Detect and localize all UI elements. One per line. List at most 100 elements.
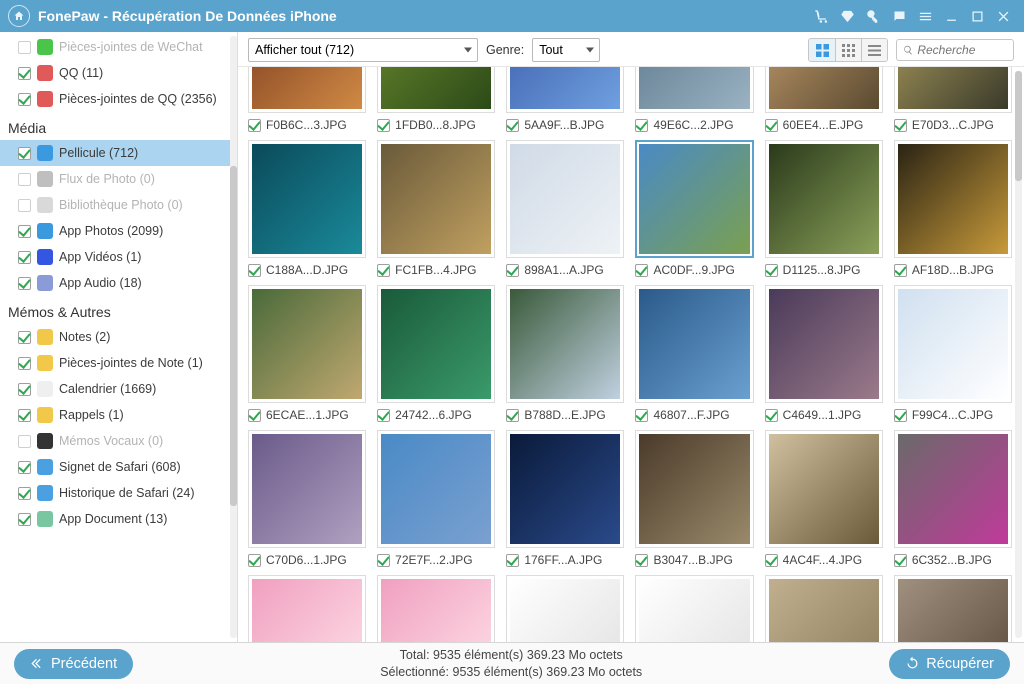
checkbox[interactable] bbox=[18, 461, 31, 474]
checkbox[interactable] bbox=[894, 119, 907, 132]
thumbnail-tile[interactable]: 1FDB0...8.JPG bbox=[377, 66, 495, 132]
sidebar-item[interactable]: Mémos Vocaux (0) bbox=[0, 428, 230, 454]
minimize-icon[interactable] bbox=[938, 3, 964, 29]
thumbnail-tile[interactable] bbox=[248, 575, 366, 642]
cart-icon[interactable] bbox=[808, 3, 834, 29]
thumbnail-tile[interactable]: F0B6C...3.JPG bbox=[248, 66, 366, 132]
thumbnail-tile[interactable]: C70D6...1.JPG bbox=[248, 430, 366, 567]
sidebar-item[interactable]: Calendrier (1669) bbox=[0, 376, 230, 402]
checkbox[interactable] bbox=[18, 251, 31, 264]
key-icon[interactable] bbox=[860, 3, 886, 29]
checkbox[interactable] bbox=[18, 93, 31, 106]
thumbnail-tile[interactable] bbox=[765, 575, 883, 642]
checkbox[interactable] bbox=[18, 409, 31, 422]
sidebar-item[interactable]: App Photos (2099) bbox=[0, 218, 230, 244]
main-scrollbar[interactable] bbox=[1015, 71, 1022, 638]
thumbnail-tile[interactable]: B3047...B.JPG bbox=[635, 430, 753, 567]
thumbnail-tile[interactable] bbox=[894, 575, 1012, 642]
thumbnail-tile[interactable] bbox=[377, 575, 495, 642]
thumbnail-tile[interactable]: D1125...8.JPG bbox=[765, 140, 883, 277]
sidebar-item[interactable]: Pièces-jointes de WeChat bbox=[0, 34, 230, 60]
checkbox[interactable] bbox=[18, 173, 31, 186]
sidebar-item[interactable]: Bibliothèque Photo (0) bbox=[0, 192, 230, 218]
checkbox[interactable] bbox=[377, 409, 390, 422]
sidebar-item[interactable]: Pellicule (712) bbox=[0, 140, 230, 166]
sidebar-item[interactable]: Historique de Safari (24) bbox=[0, 480, 230, 506]
grid-large-icon[interactable] bbox=[809, 39, 835, 61]
feedback-icon[interactable] bbox=[886, 3, 912, 29]
checkbox[interactable] bbox=[635, 264, 648, 277]
sidebar-scrollbar-thumb[interactable] bbox=[230, 166, 237, 506]
checkbox[interactable] bbox=[506, 409, 519, 422]
sidebar-item[interactable]: QQ (11) bbox=[0, 60, 230, 86]
checkbox[interactable] bbox=[765, 409, 778, 422]
checkbox[interactable] bbox=[18, 513, 31, 526]
thumbnail-tile[interactable]: 46807...F.JPG bbox=[635, 285, 753, 422]
sidebar-item[interactable]: App Document (13) bbox=[0, 506, 230, 532]
checkbox[interactable] bbox=[18, 331, 31, 344]
checkbox[interactable] bbox=[18, 357, 31, 370]
list-view-icon[interactable] bbox=[861, 39, 887, 61]
maximize-icon[interactable] bbox=[964, 3, 990, 29]
checkbox[interactable] bbox=[248, 264, 261, 277]
thumbnail-tile[interactable]: C188A...D.JPG bbox=[248, 140, 366, 277]
sidebar-item[interactable]: Flux de Photo (0) bbox=[0, 166, 230, 192]
checkbox[interactable] bbox=[377, 554, 390, 567]
checkbox[interactable] bbox=[18, 147, 31, 160]
thumbnail-tile[interactable]: 24742...6.JPG bbox=[377, 285, 495, 422]
search-input[interactable] bbox=[917, 43, 1007, 57]
sidebar-item[interactable]: Notes (2) bbox=[0, 324, 230, 350]
checkbox[interactable] bbox=[248, 409, 261, 422]
checkbox[interactable] bbox=[18, 277, 31, 290]
grid-small-icon[interactable] bbox=[835, 39, 861, 61]
home-icon[interactable] bbox=[8, 5, 30, 27]
checkbox[interactable] bbox=[506, 264, 519, 277]
thumbnail-tile[interactable]: E70D3...C.JPG bbox=[894, 66, 1012, 132]
recover-button[interactable]: Récupérer bbox=[889, 649, 1010, 679]
thumbnail-tile[interactable]: 60EE4...E.JPG bbox=[765, 66, 883, 132]
thumbnail-tile[interactable]: 49E6C...2.JPG bbox=[635, 66, 753, 132]
checkbox[interactable] bbox=[377, 119, 390, 132]
checkbox[interactable] bbox=[894, 409, 907, 422]
thumbnail-tile[interactable]: B788D...E.JPG bbox=[506, 285, 624, 422]
checkbox[interactable] bbox=[18, 41, 31, 54]
checkbox[interactable] bbox=[18, 67, 31, 80]
thumbnail-tile[interactable]: 6C352...B.JPG bbox=[894, 430, 1012, 567]
checkbox[interactable] bbox=[18, 225, 31, 238]
close-icon[interactable] bbox=[990, 3, 1016, 29]
checkbox[interactable] bbox=[506, 554, 519, 567]
checkbox[interactable] bbox=[18, 383, 31, 396]
menu-icon[interactable] bbox=[912, 3, 938, 29]
sidebar-item[interactable]: Signet de Safari (608) bbox=[0, 454, 230, 480]
thumbnail-tile[interactable]: 4AC4F...4.JPG bbox=[765, 430, 883, 567]
sidebar-item[interactable]: Pièces-jointes de Note (1) bbox=[0, 350, 230, 376]
checkbox[interactable] bbox=[18, 435, 31, 448]
sidebar-item[interactable]: Rappels (1) bbox=[0, 402, 230, 428]
thumbnail-tile[interactable] bbox=[635, 575, 753, 642]
checkbox[interactable] bbox=[18, 199, 31, 212]
thumbnail-tile[interactable]: AC0DF...9.JPG bbox=[635, 140, 753, 277]
checkbox[interactable] bbox=[635, 409, 648, 422]
main-scrollbar-thumb[interactable] bbox=[1015, 71, 1022, 181]
checkbox[interactable] bbox=[248, 554, 261, 567]
sidebar-item[interactable]: Pièces-jointes de QQ (2356) bbox=[0, 86, 230, 112]
checkbox[interactable] bbox=[765, 264, 778, 277]
checkbox[interactable] bbox=[635, 119, 648, 132]
checkbox[interactable] bbox=[377, 264, 390, 277]
thumbnail-tile[interactable]: C4649...1.JPG bbox=[765, 285, 883, 422]
thumbnail-tile[interactable]: AF18D...B.JPG bbox=[894, 140, 1012, 277]
sidebar-item[interactable]: App Audio (18) bbox=[0, 270, 230, 296]
checkbox[interactable] bbox=[894, 264, 907, 277]
show-all-dropdown[interactable]: Afficher tout (712) bbox=[248, 38, 478, 62]
thumbnail-tile[interactable]: 5AA9F...B.JPG bbox=[506, 66, 624, 132]
genre-dropdown[interactable]: Tout bbox=[532, 38, 600, 62]
checkbox[interactable] bbox=[894, 554, 907, 567]
checkbox[interactable] bbox=[765, 119, 778, 132]
checkbox[interactable] bbox=[635, 554, 648, 567]
thumbnail-tile[interactable]: 176FF...A.JPG bbox=[506, 430, 624, 567]
thumbnail-tile[interactable]: 72E7F...2.JPG bbox=[377, 430, 495, 567]
thumbnail-tile[interactable]: 6ECAE...1.JPG bbox=[248, 285, 366, 422]
sidebar-item[interactable]: App Vidéos (1) bbox=[0, 244, 230, 270]
thumbnail-tile[interactable]: F99C4...C.JPG bbox=[894, 285, 1012, 422]
checkbox[interactable] bbox=[248, 119, 261, 132]
